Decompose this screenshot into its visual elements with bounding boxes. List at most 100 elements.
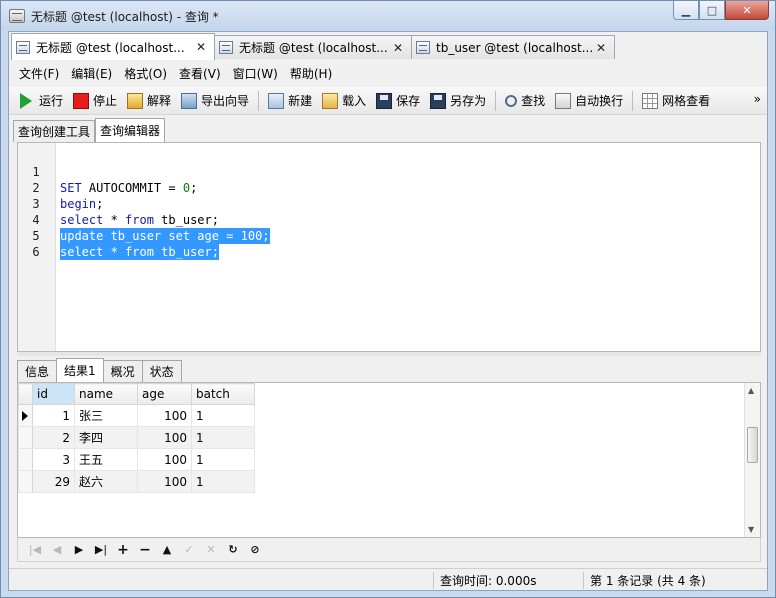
maximize-button[interactable]: □ (699, 1, 725, 20)
export-icon (181, 92, 198, 109)
cell-name[interactable]: 李四 (74, 426, 138, 449)
cell-id[interactable]: 1 (32, 404, 75, 427)
load-label: 载入 (342, 94, 367, 108)
cell-age[interactable]: 100 (137, 404, 192, 427)
cell-id[interactable]: 2 (32, 426, 75, 449)
column-header-name[interactable]: name (74, 383, 138, 405)
apply-changes-icon[interactable]: ✓ (178, 543, 200, 556)
prev-record-icon[interactable]: ◀ (46, 543, 68, 556)
menu-help[interactable]: 帮助(H) (284, 65, 338, 82)
explain-button[interactable]: 解释 (122, 89, 176, 113)
menu-window[interactable]: 窗口(W) (227, 65, 284, 82)
run-button[interactable]: 运行 (13, 89, 68, 113)
cell-name[interactable]: 张三 (74, 404, 138, 427)
scroll-thumb[interactable] (747, 427, 758, 463)
tab-profile[interactable]: 概况 (102, 360, 143, 382)
delete-record-icon[interactable]: − (134, 542, 156, 558)
next-record-icon[interactable]: ▶ (68, 543, 90, 556)
status-record-count: 第 1 条记录 (共 4 条) (583, 572, 706, 589)
code-line: 3 select * from tb_user; (18, 180, 760, 227)
cell-age[interactable]: 100 (137, 448, 192, 471)
cell-age[interactable]: 100 (137, 470, 192, 493)
save-as-label: 另存为 (450, 94, 487, 108)
export-label: 导出向导 (201, 94, 250, 108)
tab-result1[interactable]: 结果1 (56, 358, 104, 382)
code-text-selected: select * from tb_user; (60, 244, 219, 260)
menu-edit[interactable]: 编辑(E) (65, 65, 118, 82)
cell-id[interactable]: 3 (32, 448, 75, 471)
code-line: 6 (18, 228, 760, 259)
editor-mode-tabs: 查询创建工具 查询编辑器 (13, 118, 166, 142)
menu-format[interactable]: 格式(O) (118, 65, 173, 82)
menu-file[interactable]: 文件(F) (13, 65, 65, 82)
scroll-down-icon[interactable]: ▼ (748, 525, 754, 534)
toolbar-overflow-icon[interactable]: » (754, 92, 761, 106)
new-query-icon (268, 92, 285, 109)
record-navigation-bar: |◀ ◀ ▶ ▶| + − ▲ ✓ ✕ ↻ ⊘ (17, 538, 761, 562)
doc-tab-3[interactable]: tb_user @test (localhost... ✕ (411, 35, 615, 59)
row-indicator (18, 448, 33, 471)
tab-info[interactable]: 信息 (17, 360, 58, 382)
cell-batch[interactable]: 1 (191, 448, 255, 471)
first-record-icon[interactable]: |◀ (24, 543, 46, 556)
table-row[interactable]: 3 王五 100 1 (18, 448, 255, 471)
find-label: 查找 (521, 94, 546, 108)
stop-load-icon[interactable]: ⊘ (244, 543, 266, 556)
new-button[interactable]: 新建 (263, 89, 317, 113)
table-row[interactable]: 2 李四 100 1 (18, 426, 255, 449)
tab-close-icon[interactable]: ✕ (196, 40, 210, 54)
save-button[interactable]: 保存 (371, 89, 425, 113)
status-bar: 查询时间: 0.000s 第 1 条记录 (共 4 条) (9, 568, 767, 590)
save-as-button[interactable]: 另存为 (425, 89, 491, 113)
code-line: 5 select * from tb_user; (18, 212, 760, 260)
column-header-age[interactable]: age (137, 383, 192, 405)
doc-tab-label: 无标题 @test (localhost... (239, 41, 388, 55)
doc-tab-1[interactable]: 无标题 @test (localhost... ✕ (11, 33, 215, 60)
result-tabs: 信息 结果1 概况 状态 (17, 358, 182, 382)
doc-tab-label: 无标题 @test (localhost... (36, 40, 185, 55)
export-wizard-button[interactable]: 导出向导 (176, 89, 254, 113)
sql-editor[interactable]: 1 SET AUTOCOMMIT = 0; 2 begin; 3 select … (17, 142, 761, 352)
code-line: 4 update tb_user set age = 100; (18, 196, 760, 244)
cell-batch[interactable]: 1 (191, 470, 255, 493)
tab-query-builder[interactable]: 查询创建工具 (13, 120, 96, 142)
grid-view-button[interactable]: 网格查看 (637, 89, 715, 113)
cell-id[interactable]: 29 (32, 470, 75, 493)
word-wrap-button[interactable]: 自动换行 (550, 89, 628, 113)
close-window-button[interactable]: ✕ (725, 1, 769, 20)
table-row[interactable]: 29 赵六 100 1 (18, 470, 255, 493)
menu-bar: 文件(F) 编辑(E) 格式(O) 查看(V) 窗口(W) 帮助(H) (9, 62, 767, 84)
word-wrap-icon (555, 92, 572, 109)
minimize-button[interactable]: ▁ (673, 1, 699, 20)
maximize-icon: □ (706, 3, 718, 17)
add-record-icon[interactable]: + (112, 542, 134, 558)
cell-batch[interactable]: 1 (191, 426, 255, 449)
move-up-icon[interactable]: ▲ (156, 543, 178, 556)
column-header-batch[interactable]: batch (191, 383, 255, 405)
table-icon (416, 41, 430, 54)
column-header-id[interactable]: id (32, 383, 75, 405)
refresh-icon[interactable]: ↻ (222, 543, 244, 556)
cell-name[interactable]: 赵六 (74, 470, 138, 493)
query-icon (16, 40, 30, 54)
pane-splitter[interactable] (17, 352, 761, 356)
tab-query-editor[interactable]: 查询编辑器 (95, 118, 166, 142)
tab-status[interactable]: 状态 (141, 360, 182, 382)
tab-close-icon[interactable]: ✕ (393, 41, 407, 55)
last-record-icon[interactable]: ▶| (90, 543, 112, 556)
scroll-up-icon[interactable]: ▲ (748, 386, 754, 395)
cell-age[interactable]: 100 (137, 426, 192, 449)
find-button[interactable]: 查找 (500, 89, 550, 113)
menu-view[interactable]: 查看(V) (173, 65, 227, 82)
load-button[interactable]: 载入 (317, 89, 371, 113)
tab-close-icon[interactable]: ✕ (596, 41, 610, 55)
line-number: 6 (32, 245, 40, 259)
current-row-icon (22, 410, 28, 421)
stop-button[interactable]: 停止 (68, 89, 122, 113)
cell-batch[interactable]: 1 (191, 404, 255, 427)
result-vertical-scrollbar[interactable]: ▲ ▼ (744, 383, 760, 537)
table-row[interactable]: 1 张三 100 1 (18, 404, 255, 427)
cell-name[interactable]: 王五 (74, 448, 138, 471)
discard-changes-icon[interactable]: ✕ (200, 543, 222, 556)
doc-tab-2[interactable]: 无标题 @test (localhost... ✕ (214, 35, 412, 59)
